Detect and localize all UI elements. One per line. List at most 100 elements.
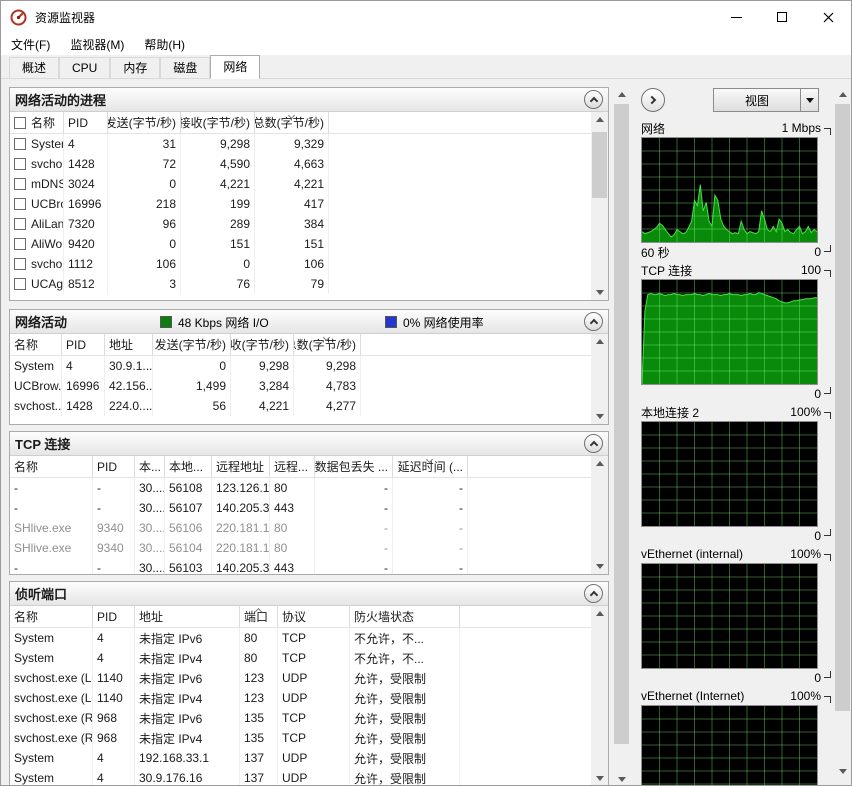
row-checkbox[interactable]: [14, 278, 26, 290]
collapse-button[interactable]: [584, 584, 603, 603]
scrollbar[interactable]: [591, 112, 608, 300]
collapse-button[interactable]: [584, 90, 603, 109]
table-row[interactable]: mDNS... 3024 0 4,221 4,221: [10, 174, 608, 194]
row-checkbox[interactable]: [14, 238, 26, 250]
column-header[interactable]: 延迟时间 (...: [393, 456, 468, 477]
table-row[interactable]: svcho... 1428 72 4,590 4,663: [10, 154, 608, 174]
scroll-thumb[interactable]: [592, 132, 607, 198]
scroll-up-arrow[interactable]: [591, 456, 608, 471]
column-header[interactable]: 接收(字节/秒): [181, 112, 255, 133]
column-header[interactable]: 总数(字节/秒): [255, 112, 329, 133]
scroll-up-arrow[interactable]: [834, 87, 851, 102]
view-button[interactable]: 视图: [713, 88, 819, 112]
table-row[interactable]: System 4 30.9.176.16 137 UDP 允许，受限制: [10, 768, 608, 785]
scroll-down-arrow[interactable]: [591, 771, 608, 785]
table-row[interactable]: UCBrow... 16996 42.156... 1,499 3,284 4,783: [10, 376, 608, 396]
row-checkbox[interactable]: [14, 138, 26, 150]
tab-CPU[interactable]: CPU: [59, 57, 111, 78]
column-header[interactable]: 数据包丢失 ...: [315, 456, 393, 477]
left-pane-scrollbar[interactable]: [613, 87, 630, 785]
scroll-up-arrow[interactable]: [591, 112, 608, 127]
tab-内存[interactable]: 内存: [110, 57, 161, 78]
column-header[interactable]: 防火墙状态: [350, 606, 460, 627]
minimize-button[interactable]: [713, 1, 759, 33]
scroll-down-arrow[interactable]: [591, 285, 608, 300]
column-header[interactable]: 发送(字节/秒): [108, 112, 181, 133]
table-row[interactable]: svchost.exe (R... 968 未指定 IPv4 135 TCP 允许，受限制: [10, 728, 608, 748]
table-row[interactable]: SHlive.exe 9340 30.... 56104 220.181.1... 80 -…: [10, 538, 608, 558]
table-row[interactable]: UCAg... 8512 3 76 79: [10, 274, 608, 294]
column-header[interactable]: PID: [62, 334, 105, 355]
column-header[interactable]: 本...: [135, 456, 165, 477]
table-row[interactable]: svchost.exe (Lo... 1140 未指定 IPv6 123 UDP 允许，受…: [10, 668, 608, 688]
column-header[interactable]: 名称: [10, 456, 93, 477]
table-row[interactable]: svcho... 1112 106 0 106: [10, 254, 608, 274]
column-header[interactable]: 远程...: [270, 456, 315, 477]
table-row[interactable]: System 4 192.168.33.1 137 UDP 允许，受限制: [10, 748, 608, 768]
table-row[interactable]: AliWo... 9420 0 151 151: [10, 234, 608, 254]
row-checkbox[interactable]: [14, 158, 26, 170]
collapse-button[interactable]: [584, 434, 603, 453]
column-header[interactable]: PID: [93, 606, 135, 627]
table-row[interactable]: svchost.exe (R... 968 未指定 IPv6 135 TCP 允许，受限制: [10, 708, 608, 728]
table-row[interactable]: - - 30.... 56103 140.205.3... 443 - -: [10, 558, 608, 574]
column-header[interactable]: 地址: [105, 334, 153, 355]
column-header[interactable]: 端口: [240, 606, 278, 627]
scroll-down-arrow[interactable]: [834, 764, 851, 779]
tab-磁盘[interactable]: 磁盘: [160, 57, 211, 78]
column-header[interactable]: PID: [93, 456, 135, 477]
scrollbar[interactable]: [591, 456, 608, 574]
expand-panel-button[interactable]: [641, 88, 665, 112]
maximize-button[interactable]: [759, 1, 805, 33]
table-row[interactable]: UCBro... 16996 218 199 417: [10, 194, 608, 214]
row-checkbox[interactable]: [14, 258, 26, 270]
header-checkbox[interactable]: [14, 116, 26, 129]
scrollbar[interactable]: [591, 606, 608, 785]
scroll-down-arrow[interactable]: [591, 559, 608, 574]
tab-网络[interactable]: 网络: [210, 55, 261, 79]
cell-text: 4: [97, 751, 104, 765]
column-header[interactable]: 总数(字节/秒): [294, 334, 361, 355]
table-row[interactable]: - - 30.... 56108 123.126.1... 80 - -: [10, 478, 608, 498]
column-header[interactable]: 名称: [10, 112, 64, 133]
scroll-thumb[interactable]: [835, 104, 850, 711]
scroll-down-arrow[interactable]: [591, 409, 608, 424]
column-header[interactable]: 发送(字节/秒): [153, 334, 231, 355]
menu-item-0[interactable]: 文件(F): [1, 33, 60, 55]
table-row[interactable]: System 4 31 9,298 9,329: [10, 134, 608, 154]
column-header[interactable]: 远程地址: [212, 456, 270, 477]
table-row[interactable]: - - 30.... 56107 140.205.3... 443 - -: [10, 498, 608, 518]
column-header[interactable]: PID: [64, 112, 108, 133]
column-header[interactable]: 名称: [10, 334, 62, 355]
table-row[interactable]: SHlive.exe 9340 30.... 56106 220.181.1... 80 -…: [10, 518, 608, 538]
menu-item-1[interactable]: 监视器(M): [60, 33, 134, 55]
menu-item-2[interactable]: 帮助(H): [134, 33, 195, 55]
scrollbar[interactable]: [591, 334, 608, 424]
view-dropdown-arrow[interactable]: [800, 89, 818, 111]
table-row[interactable]: svchost.exe (Lo... 1140 未指定 IPv4 123 UDP 允许，受…: [10, 688, 608, 708]
row-checkbox[interactable]: [14, 178, 26, 190]
row-checkbox[interactable]: [14, 218, 26, 230]
close-button[interactable]: [805, 1, 851, 33]
table-row[interactable]: svchost.... 1428 224.0.... 56 4,221 4,277: [10, 396, 608, 416]
scroll-down-arrow[interactable]: [613, 772, 630, 785]
table-row[interactable]: System 4 未指定 IPv4 80 TCP 不允许，不...: [10, 648, 608, 668]
scroll-up-arrow[interactable]: [591, 334, 608, 349]
scroll-up-arrow[interactable]: [591, 606, 608, 621]
row-checkbox[interactable]: [14, 198, 26, 210]
table-row[interactable]: System 4 30.9.1... 0 9,298 9,298: [10, 356, 608, 376]
table-row[interactable]: System 4 未指定 IPv6 80 TCP 不允许，不...: [10, 628, 608, 648]
table-row[interactable]: AliLan... 7320 96 289 384: [10, 214, 608, 234]
column-header[interactable]: 协议: [278, 606, 350, 627]
column-header[interactable]: 本地...: [165, 456, 212, 477]
scroll-thumb[interactable]: [614, 104, 629, 744]
tab-概述[interactable]: 概述: [9, 57, 60, 78]
column-header[interactable]: 接收(字节/秒): [231, 334, 294, 355]
column-header[interactable]: 名称: [10, 606, 93, 627]
table-cell: 9340: [93, 518, 135, 538]
right-pane-scrollbar[interactable]: [834, 87, 851, 779]
column-header[interactable]: 地址: [135, 606, 240, 627]
collapse-button[interactable]: [584, 312, 603, 331]
cell-text: TCP: [282, 731, 306, 745]
scroll-up-arrow[interactable]: [613, 87, 630, 102]
